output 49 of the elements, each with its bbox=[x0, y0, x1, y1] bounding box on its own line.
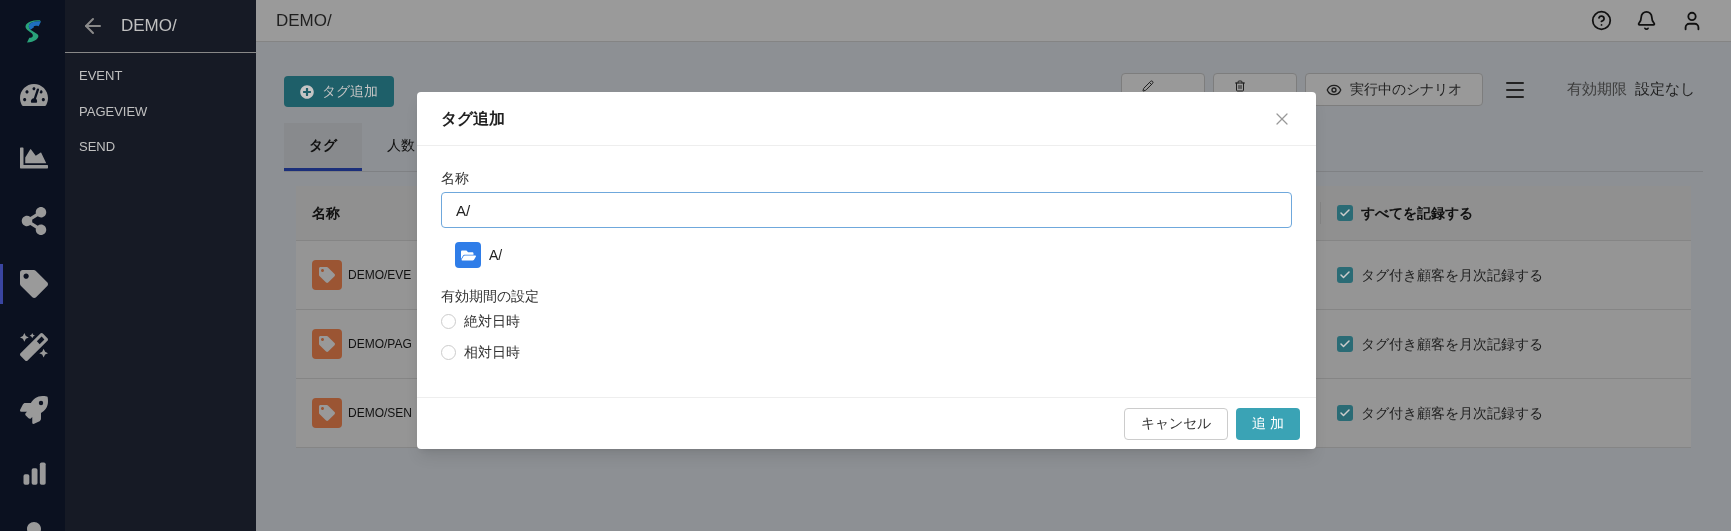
plus-icon bbox=[300, 84, 314, 99]
tab[interactable]: タグ bbox=[284, 123, 362, 171]
magic-wand-icon[interactable] bbox=[20, 333, 48, 361]
page-title: DEMO/ bbox=[276, 9, 332, 32]
folder-icon bbox=[455, 242, 481, 268]
column-header: 名称 bbox=[312, 203, 340, 223]
tag-icon[interactable] bbox=[20, 270, 48, 298]
expiry-value: 設定なし bbox=[1635, 79, 1695, 100]
check-icon bbox=[1339, 269, 1351, 281]
check-icon bbox=[1339, 207, 1351, 219]
column-header: すべてを記録する bbox=[1361, 203, 1473, 223]
name-input-field[interactable]: A/ bbox=[441, 192, 1292, 228]
check-icon bbox=[1339, 407, 1351, 419]
record-option-label: タグ付き顧客を月次記録する bbox=[1361, 334, 1543, 354]
tag-name[interactable]: DEMO/SEN bbox=[348, 404, 412, 422]
share-icon[interactable] bbox=[20, 207, 48, 235]
record-option-label: タグ付き顧客を月次記録する bbox=[1361, 403, 1543, 423]
sidebar-item[interactable]: PAGEVIEW bbox=[65, 93, 162, 129]
expiry-label: 有効期限 bbox=[1567, 79, 1627, 100]
trash-icon bbox=[1234, 80, 1246, 92]
tab[interactable]: 人数 bbox=[362, 123, 440, 171]
add-tag-button[interactable]: タグ追加 bbox=[284, 76, 394, 107]
pencil-icon bbox=[1142, 80, 1154, 92]
bell-icon[interactable] bbox=[1636, 10, 1657, 31]
tag-name[interactable]: DEMO/EVE bbox=[348, 266, 412, 284]
dialog-title: タグ追加 bbox=[441, 108, 505, 129]
tag-badge-icon bbox=[312, 260, 342, 290]
tag-badge-icon bbox=[312, 329, 342, 359]
checkbox[interactable] bbox=[1337, 267, 1353, 283]
check-icon bbox=[1339, 338, 1351, 350]
record-option-label: タグ付き顧客を月次記録する bbox=[1361, 265, 1543, 285]
radio-label: 絶対日時 bbox=[464, 312, 520, 331]
checkbox[interactable] bbox=[1337, 205, 1353, 221]
rocket-icon[interactable] bbox=[20, 396, 48, 424]
gauge-icon[interactable] bbox=[20, 81, 48, 109]
cancel-button[interactable]: キャンセル bbox=[1124, 407, 1229, 440]
field-label: 名称 bbox=[441, 169, 470, 188]
toolbar-button[interactable]: 実行中のシナリオ bbox=[1305, 73, 1483, 106]
checkbox[interactable] bbox=[1337, 405, 1353, 421]
radio-label: 相対日時 bbox=[464, 343, 520, 362]
help-icon[interactable] bbox=[1591, 10, 1612, 31]
sidebar-item[interactable]: SEND bbox=[65, 129, 130, 165]
checkbox[interactable] bbox=[1337, 336, 1353, 352]
sidebar-title: DEMO/ bbox=[121, 15, 177, 38]
tag-badge-icon bbox=[312, 398, 342, 428]
folder-suggestion[interactable]: A/ bbox=[489, 244, 503, 266]
sidebar-item[interactable]: EVENT bbox=[65, 58, 137, 94]
tag-name[interactable]: DEMO/PAG bbox=[348, 335, 412, 353]
field-label: 有効期間の設定 bbox=[441, 287, 540, 306]
